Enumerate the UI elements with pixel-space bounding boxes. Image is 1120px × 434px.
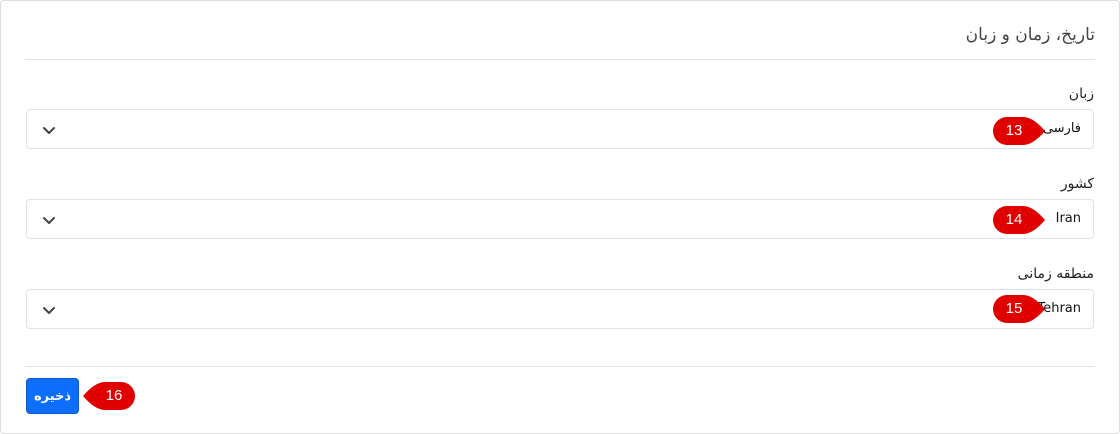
- timezone-label: منطقه زمانی: [1017, 266, 1094, 282]
- language-label: زبان: [1068, 86, 1094, 102]
- chevron-down-icon: [43, 127, 55, 134]
- divider-top: [25, 59, 1095, 60]
- country-select[interactable]: Iran: [26, 199, 1094, 239]
- annotation-marker-16: 16: [83, 382, 135, 410]
- language-select[interactable]: فارسی: [26, 109, 1094, 149]
- annotation-marker-13: 13: [993, 117, 1045, 145]
- section-title: تاریخ، زمان و زبان: [965, 25, 1095, 45]
- chevron-down-icon: [43, 307, 55, 314]
- annotation-marker-14: 14: [993, 206, 1045, 234]
- chevron-down-icon: [43, 217, 55, 224]
- save-button[interactable]: ذخیره: [26, 378, 79, 414]
- divider-bottom: [25, 366, 1095, 367]
- annotation-marker-15: 15: [993, 295, 1045, 323]
- settings-card: تاریخ، زمان و زبان زبان فارسی 13 کشور Ir…: [0, 0, 1120, 434]
- language-value: فارسی: [1042, 121, 1081, 136]
- timezone-select[interactable]: Tehran: [26, 289, 1094, 329]
- country-value: Iran: [1055, 211, 1081, 226]
- country-label: کشور: [1060, 176, 1094, 192]
